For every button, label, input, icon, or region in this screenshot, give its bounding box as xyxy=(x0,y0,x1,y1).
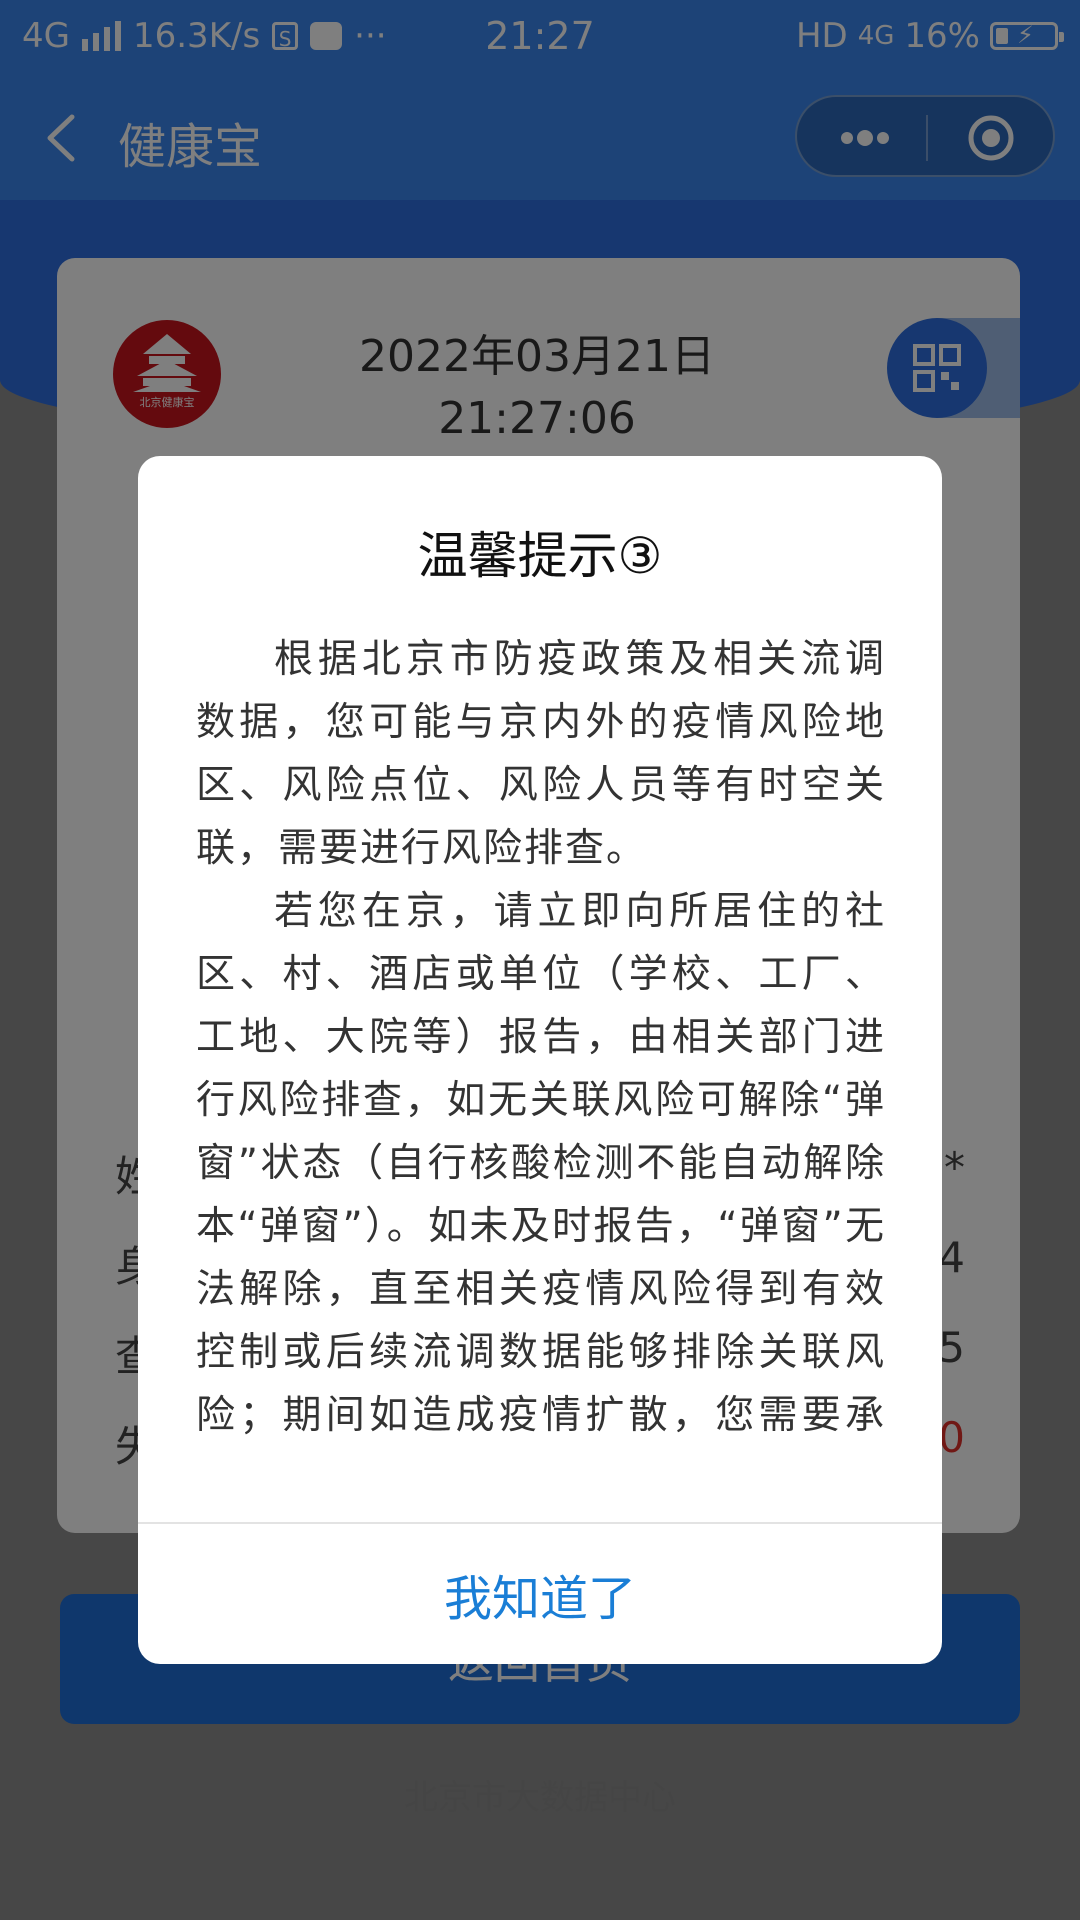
dialog-body[interactable]: 根据北京市防疫政策及相关流调数据，您可能与京内外的疫情风险地区、风险点位、风险人… xyxy=(196,628,886,1444)
dialog-title: 温馨提示③ xyxy=(417,527,663,585)
notice-dialog: 温馨提示③ 根据北京市防疫政策及相关流调数据，您可能与京内外的疫情风险地区、风险… xyxy=(138,456,942,1664)
acknowledge-button[interactable]: 我知道了 xyxy=(138,1524,942,1664)
dialog-paragraph: 根据北京市防疫政策及相关流调数据，您可能与京内外的疫情风险地区、风险点位、风险人… xyxy=(196,637,886,871)
dialog-paragraph: 若您在京，请立即向所居住的社区、村、酒店或单位（学校、工厂、工地、大院等）报告，… xyxy=(196,889,886,1438)
